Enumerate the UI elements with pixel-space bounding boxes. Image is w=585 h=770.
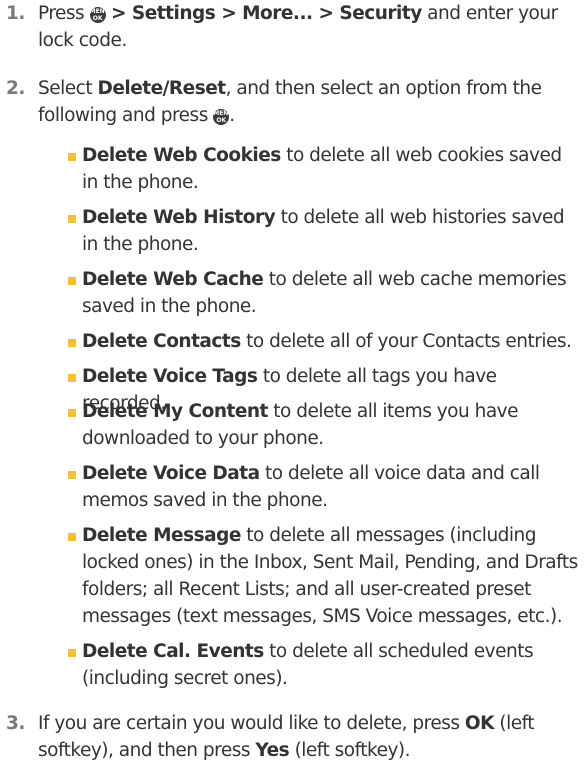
list-item: Delete Cal. Events to delete all schedul… — [0, 638, 585, 692]
list-item: Delete Web Cache to delete all web cache… — [0, 266, 585, 320]
step-text: If you are certain you would like to del… — [38, 713, 535, 761]
list-item: Delete My Content to delete all items yo… — [0, 398, 585, 452]
step-number: 2. — [6, 78, 25, 99]
list-item: Delete Web History to delete all web his… — [0, 204, 585, 258]
bullet-icon — [68, 215, 76, 223]
step-text: Select Delete/Reset, and then select an … — [38, 78, 542, 126]
bullet-icon — [68, 533, 76, 541]
list-item: Delete Contacts to delete all of your Co… — [0, 328, 585, 355]
option-term: Delete Web Cache — [82, 269, 264, 290]
option-term: Delete Web History — [82, 207, 276, 228]
instruction-page: 1. Press MENU OK > Settings > More... > S… — [0, 0, 585, 770]
option-term: Delete Voice Tags — [82, 366, 258, 387]
step-number: 1. — [6, 3, 25, 24]
option-term: Delete Web Cookies — [82, 145, 281, 166]
bullet-icon — [68, 471, 76, 479]
bullet-icon — [68, 277, 76, 285]
option-term: Delete Voice Data — [82, 463, 260, 484]
ok-softkey-label: OK — [464, 713, 495, 734]
list-item: Delete Web Cookies to delete all web coo… — [0, 142, 585, 196]
list-item: Delete Message to delete all messages (i… — [0, 522, 585, 630]
step-number: 3. — [6, 713, 25, 734]
list-item: Delete Voice Data to delete all voice da… — [0, 460, 585, 514]
bullet-icon — [68, 649, 76, 657]
step-text: Press MENU OK > Settings > More... > Secu… — [38, 3, 558, 51]
yes-softkey-label: Yes — [255, 740, 290, 761]
bullet-icon — [68, 153, 76, 161]
option-name: Delete/Reset — [97, 78, 226, 99]
bullet-icon — [68, 409, 76, 417]
menu-path: > Settings > More... > Security — [110, 3, 422, 24]
option-term: Delete My Content — [82, 401, 268, 422]
bullet-icon — [68, 339, 76, 347]
step-3: 3. If you are certain you would like to … — [0, 710, 585, 764]
option-term: Delete Cal. Events — [82, 641, 264, 662]
step-2: 2. Select Delete/Reset, and then select … — [0, 75, 585, 129]
menu-ok-key-icon: MENU OK — [213, 109, 234, 125]
menu-ok-key-icon: MENU OK — [89, 7, 110, 23]
option-term: Delete Contacts — [82, 331, 241, 352]
bullet-icon — [68, 374, 76, 382]
step-1: 1. Press MENU OK > Settings > More... > S… — [0, 0, 585, 54]
option-term: Delete Message — [82, 525, 241, 546]
